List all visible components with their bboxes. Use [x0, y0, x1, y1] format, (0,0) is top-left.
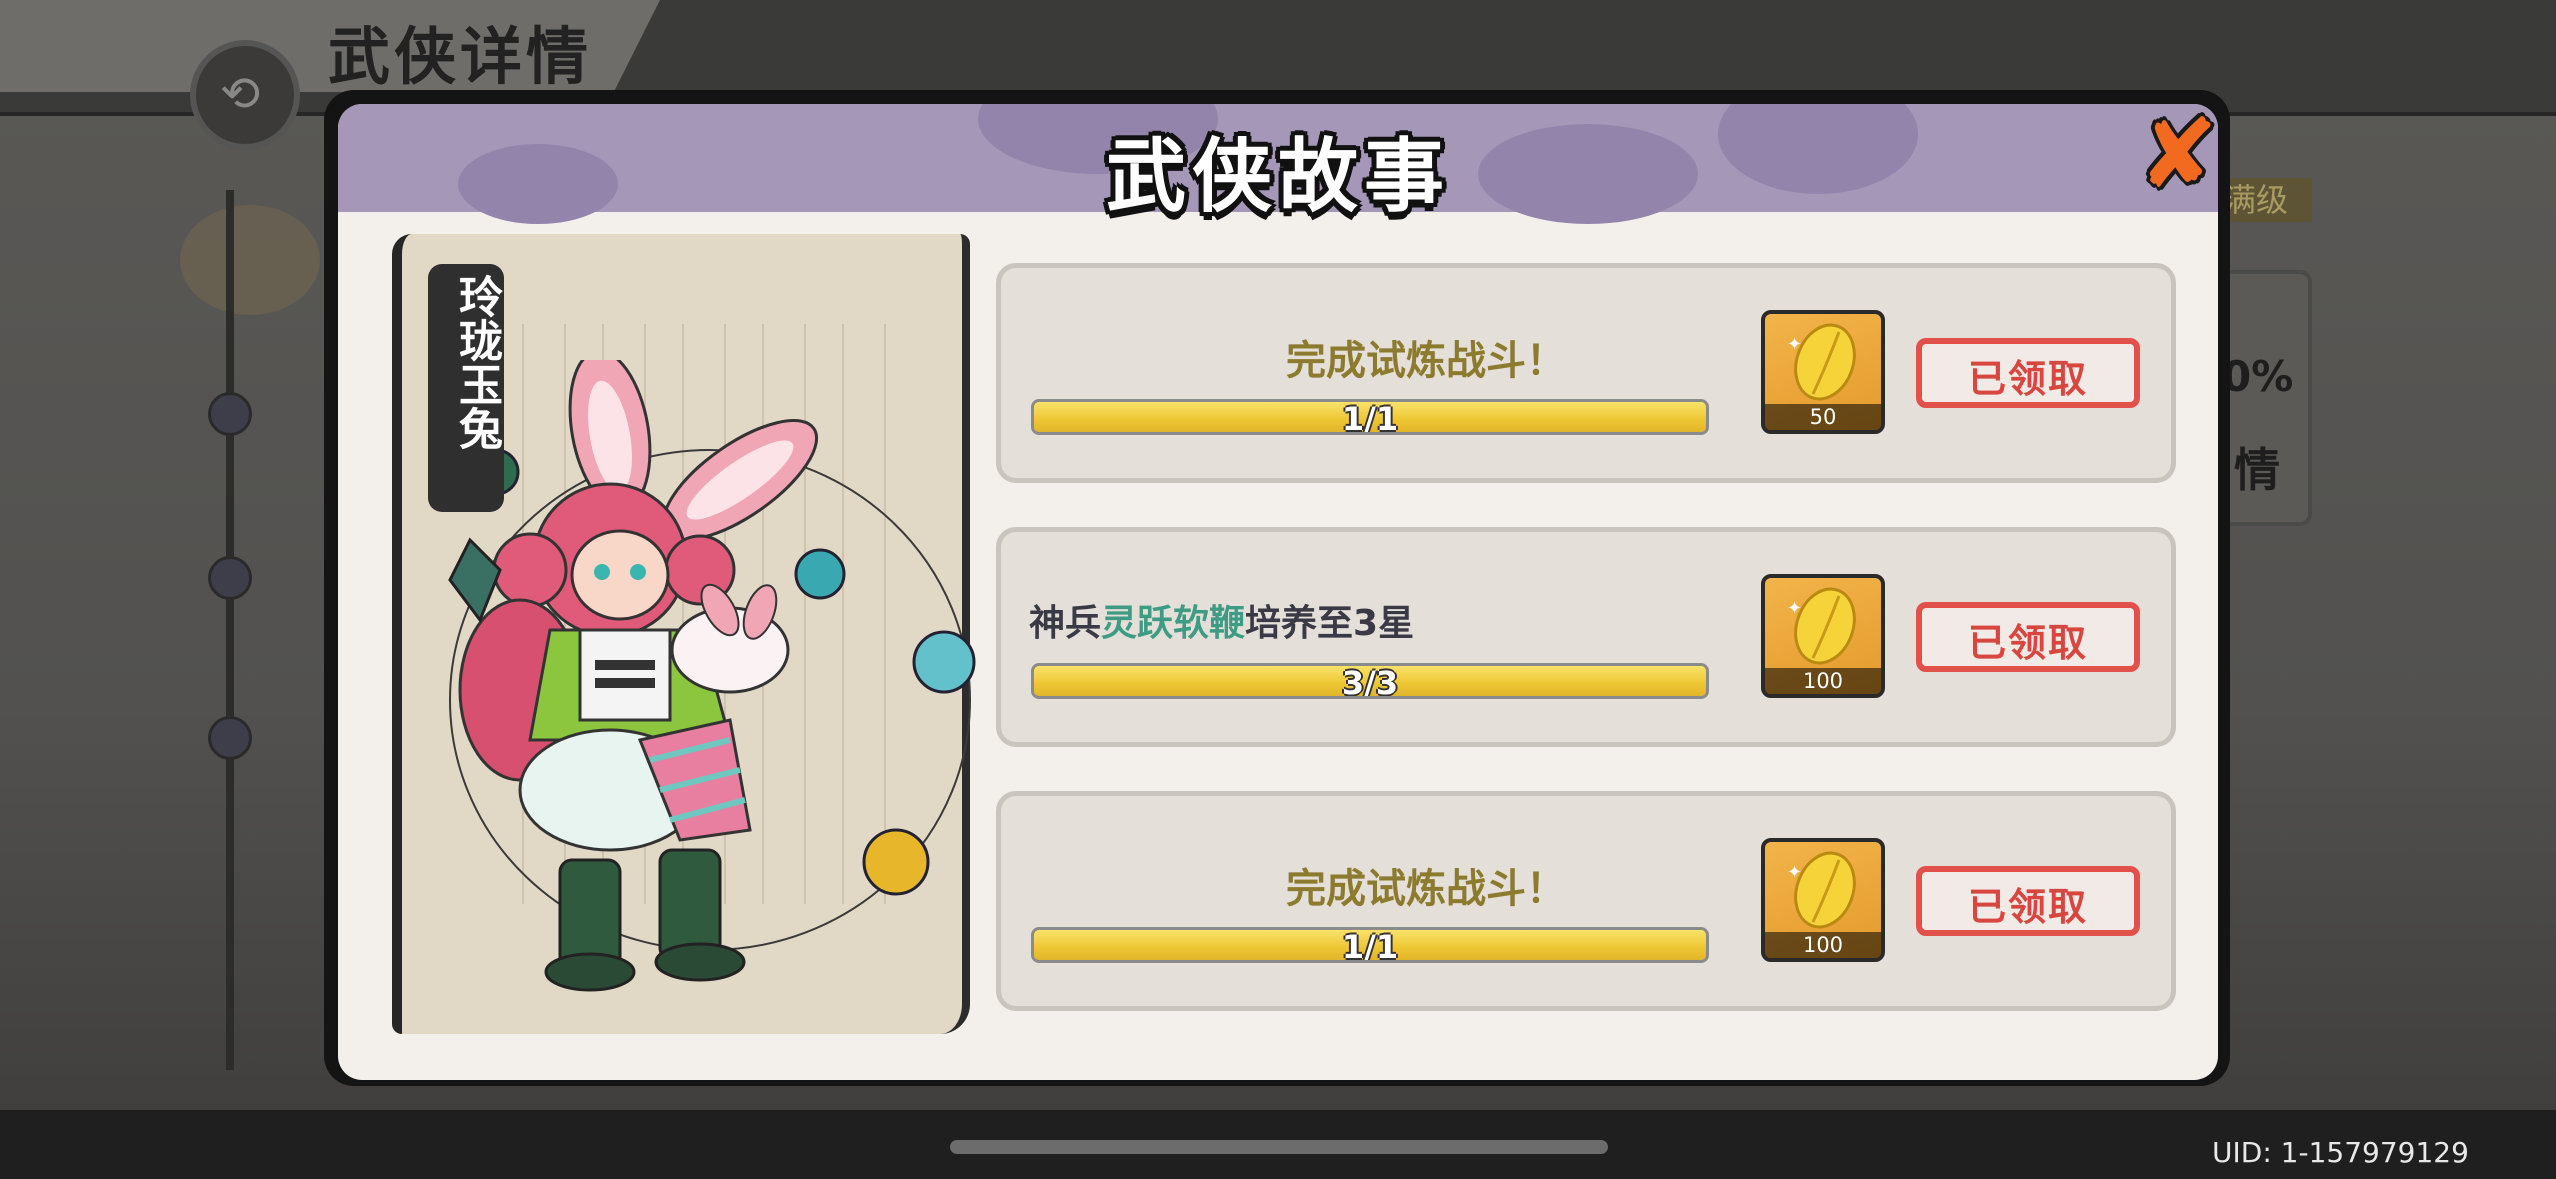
back-arrow-icon: ⟲	[220, 66, 261, 122]
task-row: 完成试炼战斗！ 1/1 ✦ 50 已领取	[996, 263, 2176, 483]
svg-text:✦: ✦	[1787, 598, 1802, 619]
claimed-label: 已领取	[1967, 621, 2088, 665]
task-description: 完成试炼战斗！	[1286, 338, 1566, 384]
character-name: 玲珑玉兔	[451, 274, 502, 450]
task-text-prefix: 神兵	[1029, 603, 1102, 644]
reward-count: 50	[1765, 404, 1881, 430]
task-row: 完成试炼战斗！ 1/1 ✦ 100 已领取	[996, 791, 2176, 1011]
stat-label: 情	[2234, 443, 2280, 497]
reward-item[interactable]: ✦ 50	[1761, 310, 1885, 434]
reward-count: 100	[1765, 932, 1881, 958]
weapon-name: 灵跃软鞭	[1101, 603, 1246, 644]
uid-label: UID: 1-157979129	[2212, 1136, 2469, 1169]
claimed-button[interactable]: 已领取	[1916, 338, 2140, 408]
page-title: 武侠详情	[328, 20, 593, 93]
reward-item[interactable]: ✦ 100	[1761, 838, 1885, 962]
task-progress-bar: 3/3	[1031, 663, 1709, 699]
progress-label: 1/1	[1341, 400, 1399, 435]
back-button[interactable]: ⟲	[190, 40, 300, 150]
task-progress-bar: 1/1	[1031, 927, 1709, 963]
progress-label: 3/3	[1341, 664, 1399, 699]
stat-percent: 0%	[2222, 352, 2294, 401]
reward-count: 100	[1765, 668, 1881, 694]
claimed-button[interactable]: 已领取	[1916, 602, 2140, 672]
task-row: 神兵灵跃软鞭培养至3星 3/3 ✦ 100 已领取	[996, 527, 2176, 747]
gold-leaf-icon: ✦	[1787, 851, 1856, 929]
gold-leaf-icon: ✦	[1787, 587, 1856, 665]
svg-text:✦: ✦	[1787, 334, 1802, 355]
claimed-button[interactable]: 已领取	[1916, 866, 2140, 936]
progress-label: 1/1	[1341, 928, 1399, 963]
claimed-label: 已领取	[1967, 357, 2088, 401]
claimed-label: 已领取	[1967, 885, 2088, 929]
home-indicator[interactable]	[950, 1140, 1608, 1154]
emblem-icon	[180, 205, 320, 315]
character-name-tag: 玲珑玉兔	[428, 264, 504, 512]
modal-header: 武侠故事	[338, 104, 2218, 224]
timeline-node[interactable]	[208, 392, 252, 436]
task-description: 神兵灵跃软鞭培养至3星	[1029, 594, 1414, 646]
timeline-node[interactable]	[208, 716, 252, 760]
close-button[interactable]: ✘	[2128, 98, 2224, 210]
timeline-node[interactable]	[208, 556, 252, 600]
gold-leaf-icon: ✦	[1787, 323, 1856, 401]
close-x-icon: ✘	[2138, 98, 2219, 210]
task-progress-bar: 1/1	[1031, 399, 1709, 435]
timeline-rail	[226, 190, 234, 1070]
task-text-suffix: 培养至3星	[1245, 603, 1415, 644]
modal-title: 武侠故事	[1106, 130, 1450, 223]
svg-text:✦: ✦	[1787, 862, 1802, 883]
task-description: 完成试炼战斗！	[1286, 866, 1566, 912]
reward-item[interactable]: ✦ 100	[1761, 574, 1885, 698]
